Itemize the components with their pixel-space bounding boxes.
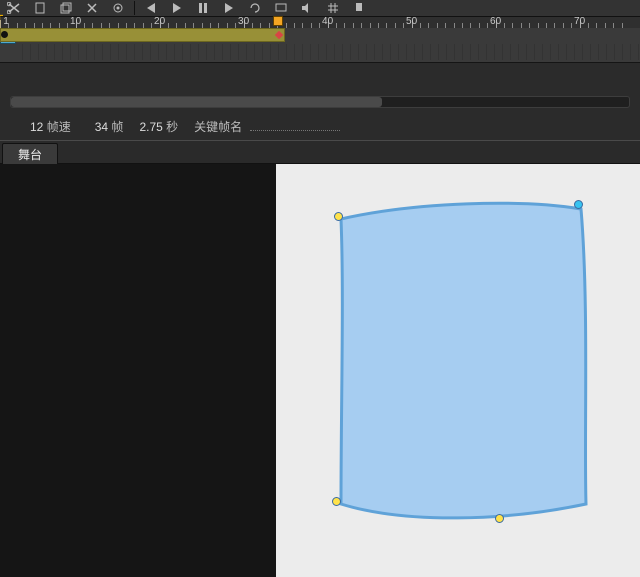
- control-point[interactable]: [495, 514, 504, 523]
- stage-canvas[interactable]: [276, 164, 640, 577]
- marker-icon[interactable]: [349, 1, 369, 15]
- time-unit: 秒: [166, 120, 178, 134]
- timeline-track[interactable]: [0, 28, 640, 63]
- frame-display: 34 帧: [95, 118, 124, 135]
- scissors-icon[interactable]: [4, 1, 24, 15]
- ruler-tick-number: 10: [70, 16, 81, 27]
- ruler-tick-number: 60: [490, 16, 501, 27]
- framerate-value: 12: [30, 120, 43, 134]
- timeline-active-region[interactable]: [0, 28, 285, 42]
- tab-stage[interactable]: 舞台: [2, 143, 58, 164]
- page2-icon[interactable]: [56, 1, 76, 15]
- ruler-tick-number: 20: [154, 16, 165, 27]
- page-icon[interactable]: [30, 1, 50, 15]
- control-point[interactable]: [334, 212, 343, 221]
- vector-shape[interactable]: [306, 174, 626, 554]
- ruler-tick-number: 50: [406, 16, 417, 27]
- timeline-scrollbar[interactable]: [10, 96, 630, 108]
- pause-icon[interactable]: [193, 1, 213, 15]
- status-row: 12 帧速 34 帧 2.75 秒 关键帧名: [0, 115, 640, 137]
- loop-icon[interactable]: [245, 1, 265, 15]
- timeline-scrollbar-thumb[interactable]: [11, 97, 382, 107]
- frame-value: 34: [95, 120, 108, 134]
- ruler-tick-number: 70: [574, 16, 585, 27]
- grid-icon[interactable]: [323, 1, 343, 15]
- control-point[interactable]: [332, 497, 341, 506]
- framerate-unit: 帧速: [47, 120, 71, 134]
- main-toolbar: [0, 0, 640, 16]
- ruler-tick-number: 30: [238, 16, 249, 27]
- tab-stage-label: 舞台: [18, 146, 42, 163]
- framerate-display: 12 帧速: [30, 118, 71, 135]
- skip-back-icon[interactable]: [141, 1, 161, 15]
- stage-area: [0, 164, 640, 577]
- skip-fwd-icon[interactable]: [219, 1, 239, 15]
- keyframe-name-display: 关键帧名: [194, 118, 339, 135]
- keyframe-name-input[interactable]: [250, 118, 340, 131]
- time-display: 2.75 秒: [139, 118, 178, 135]
- ruler-tick-number: 40: [322, 16, 333, 27]
- playhead[interactable]: [273, 16, 283, 28]
- keyframe-start[interactable]: [1, 31, 8, 38]
- sound-icon[interactable]: [297, 1, 317, 15]
- loop-start-bracket[interactable]: ⎡: [0, 16, 6, 28]
- display-icon[interactable]: [271, 1, 291, 15]
- toolbar-divider: [134, 1, 135, 15]
- time-value: 2.75: [139, 120, 162, 134]
- gear-icon[interactable]: [108, 1, 128, 15]
- tab-bar: 舞台: [0, 141, 640, 164]
- stage-offscreen-left: [0, 164, 276, 577]
- close-icon[interactable]: [82, 1, 102, 15]
- frame-unit: 帧: [111, 120, 123, 134]
- keyframe-name-label: 关键帧名: [194, 120, 242, 134]
- control-point[interactable]: [574, 200, 583, 209]
- play-icon[interactable]: [167, 1, 187, 15]
- timeline-empty-row[interactable]: [15, 44, 640, 60]
